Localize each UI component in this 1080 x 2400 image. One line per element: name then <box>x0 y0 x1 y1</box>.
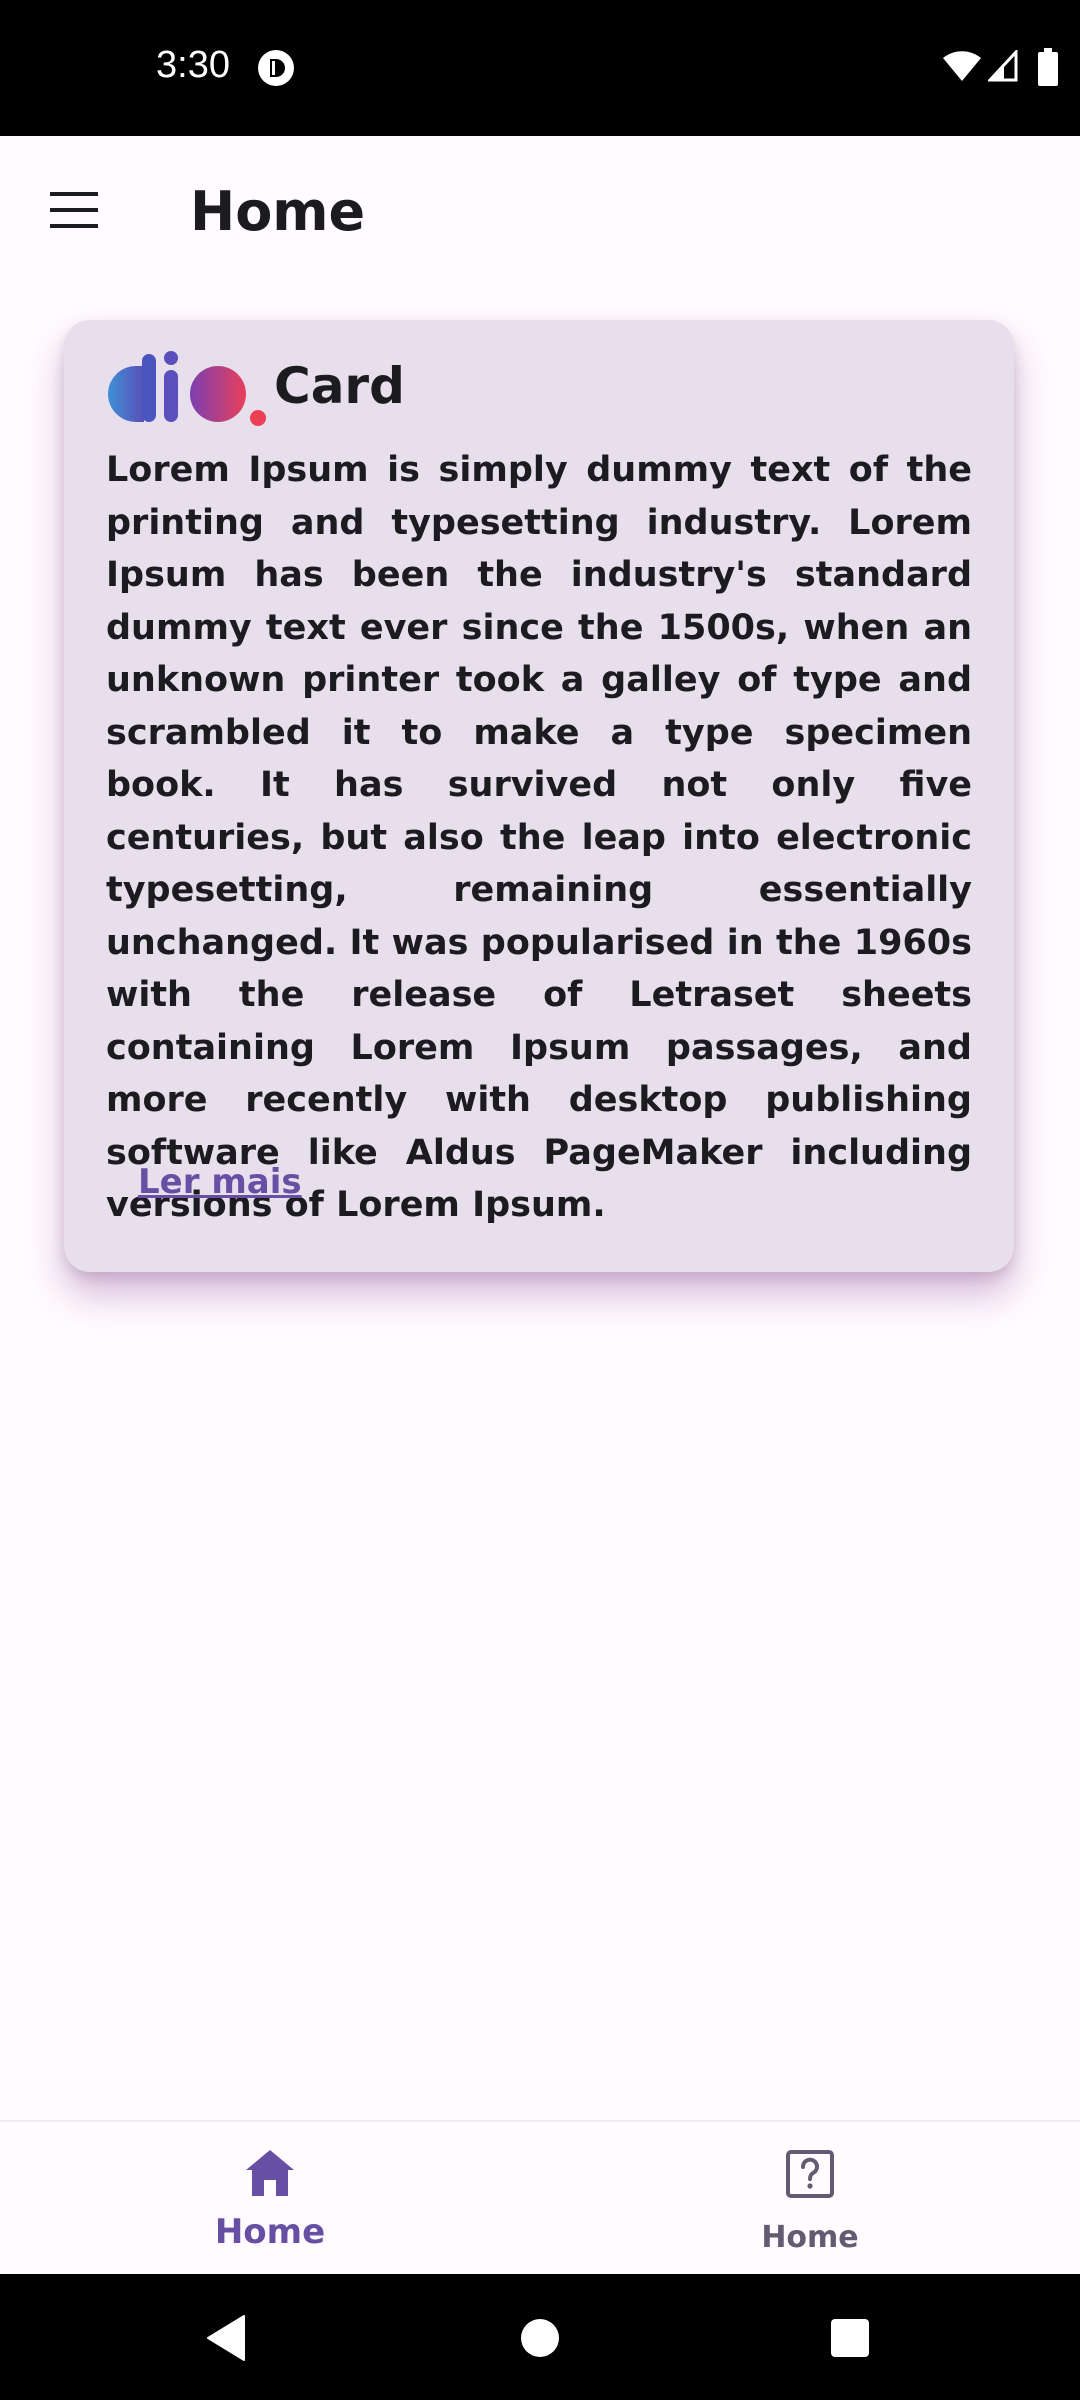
menu-button[interactable] <box>40 176 108 244</box>
bottom-navigation: Home Home <box>0 2120 1080 2274</box>
status-bar: 3:30 <box>0 0 1080 136</box>
page-title: Home <box>190 180 366 243</box>
system-navigation-bar <box>0 2274 1080 2400</box>
top-app-bar: Home <box>0 136 1080 288</box>
nav-item-help[interactable]: Home <box>540 2122 1080 2276</box>
home-icon <box>246 2150 294 2196</box>
battery-icon <box>1038 48 1058 86</box>
cell-signal-icon <box>988 50 1018 82</box>
help-icon <box>786 2150 834 2198</box>
dio-logo-icon <box>108 351 266 426</box>
nav-item-home[interactable]: Home <box>0 2122 540 2276</box>
status-time: 3:30 <box>156 44 230 86</box>
home-circle-icon[interactable] <box>520 2318 560 2358</box>
nav-label-help: Home <box>761 2220 859 2255</box>
recents-icon[interactable] <box>830 2318 870 2358</box>
read-more-link[interactable]: Ler mais <box>138 1162 302 1202</box>
wifi-icon <box>943 51 981 81</box>
card-header: Card <box>106 346 405 426</box>
back-icon[interactable] <box>206 2314 246 2362</box>
hamburger-menu-icon <box>50 192 98 228</box>
nav-label-home: Home <box>214 2212 326 2252</box>
card-body-text: Lorem Ipsum is simply dummy text of the … <box>106 450 972 1225</box>
app-notification-icon <box>258 50 294 86</box>
content-card: Card Lorem Ipsum is simply dummy text of… <box>64 320 1014 1272</box>
card-title: Card <box>274 357 405 415</box>
